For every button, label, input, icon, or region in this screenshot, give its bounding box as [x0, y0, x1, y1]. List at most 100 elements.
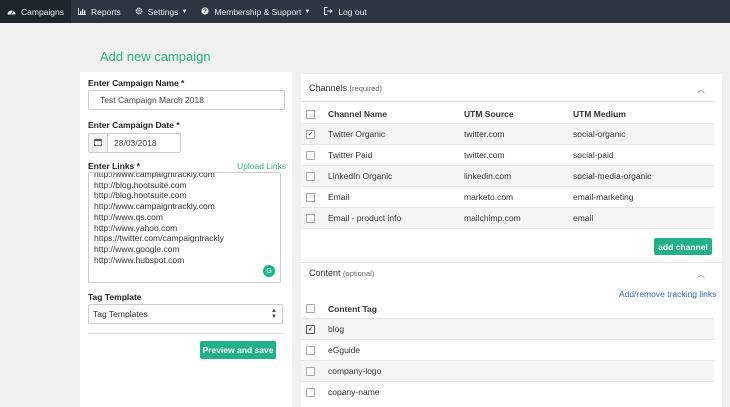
- nav-reports[interactable]: Reports: [71, 0, 128, 23]
- logout-icon: [324, 6, 334, 17]
- nav-campaigns-label: Campaigns: [21, 6, 64, 17]
- channel-checkbox[interactable]: [306, 172, 315, 181]
- nav-campaigns[interactable]: Campaigns: [0, 0, 71, 23]
- caret-down-icon: ▼: [181, 8, 188, 15]
- col-utm-source: UTM Source: [464, 109, 514, 119]
- utm-source: twitter.com: [464, 129, 505, 139]
- tag-template-select[interactable]: Tag Templates ▲ ▼: [88, 304, 283, 324]
- utm-medium: email-marketing: [573, 192, 634, 202]
- page-title: Add new campaign: [100, 49, 211, 64]
- content-checkbox[interactable]: [306, 367, 315, 376]
- links-textarea[interactable]: http://www.campaigntrackly.com http://blo…: [88, 172, 281, 283]
- content-checkbox[interactable]: [306, 388, 315, 397]
- divider: [88, 333, 284, 334]
- channel-name: Email: [328, 192, 350, 202]
- content-row[interactable]: eGguide: [301, 339, 714, 360]
- channels-subtitle: (required): [349, 84, 383, 93]
- channel-name: LinkedIn Organic: [328, 171, 393, 181]
- campaign-name-input[interactable]: Test Campaign March 2018: [88, 90, 285, 110]
- utm-source: mailchimp.com: [464, 213, 521, 223]
- svg-text:?: ?: [204, 9, 208, 15]
- link-line: http://www.campaigntrackly.com: [94, 172, 215, 179]
- utm-medium: email: [573, 213, 594, 223]
- upload-links-link[interactable]: Upload Links: [237, 161, 286, 171]
- bar-chart-icon: [78, 7, 86, 17]
- content-tag: copany-name: [328, 387, 380, 397]
- select-all-content-checkbox[interactable]: [306, 304, 315, 313]
- collapse-channels-icon[interactable]: ︿: [697, 84, 705, 95]
- nav-membership-support[interactable]: ? Membership & Support ▼: [194, 0, 317, 23]
- utm-source: marketo.com: [464, 192, 514, 202]
- preview-and-save-button[interactable]: Preview and save: [200, 341, 276, 359]
- add-channel-button[interactable]: add channel: [654, 238, 712, 255]
- link-line: http://blog.hootsuite.com: [94, 190, 187, 201]
- utm-medium: social-organic: [573, 129, 626, 139]
- collapse-content-icon[interactable]: ︿: [697, 269, 705, 280]
- link-line: http://www.hubspot.com: [94, 254, 185, 265]
- content-tag: eGguide: [328, 345, 361, 355]
- tag-template-label: Tag Template: [88, 292, 142, 302]
- campaign-name-label: Enter Campaign Name *: [88, 78, 185, 88]
- content-row[interactable]: copany-name: [301, 381, 714, 402]
- content-tag: blog: [328, 324, 345, 334]
- nav-membership-label: Membership & Support: [214, 6, 302, 17]
- divider: [301, 101, 714, 102]
- manage-tracking-links-link[interactable]: Add/remove tracking links: [619, 289, 716, 299]
- link-line: http://www.yahoo.com: [94, 222, 178, 233]
- dashboard-icon: [7, 7, 16, 17]
- channel-row[interactable]: Email marketo.com email-marketing: [301, 186, 714, 207]
- top-navbar: Campaigns Reports Settings ▼ ? Membershi…: [0, 0, 730, 23]
- gear-icon: [135, 7, 143, 17]
- tag-template-value: Tag Templates: [93, 309, 148, 319]
- channel-checkbox[interactable]: [306, 214, 315, 223]
- channels-title: Channels: [309, 83, 348, 93]
- channel-checkbox[interactable]: [306, 193, 315, 202]
- content-title: Content: [309, 268, 341, 278]
- link-line: http://www.qs.com: [94, 211, 163, 222]
- divider: [301, 262, 722, 263]
- utm-source: linkedin.com: [464, 171, 512, 181]
- content-heading: Content (optional): [309, 268, 374, 278]
- nav-logout-label: Log out: [338, 6, 367, 17]
- calendar-icon: [94, 138, 102, 148]
- channel-name: Email - product info: [328, 213, 402, 223]
- channel-row[interactable]: Email - product info mailchimp.com email: [301, 207, 714, 229]
- grammarly-icon[interactable]: G: [263, 265, 275, 277]
- channel-row[interactable]: LinkedIn Organic linkedin.com social-med…: [301, 165, 714, 186]
- calendar-button[interactable]: [88, 133, 108, 153]
- content-row[interactable]: ✓ blog: [301, 318, 714, 339]
- campaign-date-input[interactable]: 28/03/2018: [107, 133, 181, 153]
- help-icon: ?: [201, 6, 210, 17]
- links-list: http://www.campaigntrackly.com http://blo…: [94, 172, 224, 265]
- link-line: http://www.campaigntrackly.com: [94, 201, 215, 212]
- channel-name: Twitter Organic: [328, 129, 386, 139]
- link-line: http://blog.hootsuite.com: [94, 179, 187, 190]
- utm-medium: social-media-organic: [573, 171, 652, 181]
- channels-heading: Channels (required): [309, 83, 382, 93]
- utm-medium: social-paid: [573, 150, 614, 160]
- utm-source: twitter.com: [464, 150, 505, 160]
- content-row[interactable]: company-logo: [301, 360, 714, 381]
- channel-row[interactable]: ✓ Twitter Organic twitter.com social-org…: [301, 123, 714, 144]
- nav-settings[interactable]: Settings ▼: [128, 0, 195, 23]
- content-checkbox[interactable]: ✓: [306, 325, 315, 334]
- channel-name: Twitter Paid: [328, 150, 373, 160]
- select-all-channels-checkbox[interactable]: [306, 110, 315, 119]
- caret-down-icon: ▼: [304, 8, 311, 15]
- content-checkbox[interactable]: [306, 346, 315, 355]
- nav-logout[interactable]: Log out: [317, 0, 373, 23]
- select-arrows-icon: ▲ ▼: [271, 308, 277, 320]
- content-tag: company-logo: [328, 366, 382, 376]
- content-subtitle: (optional): [343, 269, 375, 278]
- link-line: http://www.google.com: [94, 243, 180, 254]
- link-line: https://twitter.com/campaigntrackly: [94, 233, 224, 244]
- channel-row[interactable]: Twitter Paid twitter.com social-paid: [301, 144, 714, 165]
- channel-checkbox[interactable]: ✓: [306, 130, 315, 139]
- channel-checkbox[interactable]: [306, 151, 315, 160]
- nav-settings-label: Settings: [147, 6, 179, 17]
- col-utm-medium: UTM Medium: [573, 109, 626, 119]
- links-label: Enter Links *: [88, 161, 140, 171]
- nav-reports-label: Reports: [91, 6, 121, 17]
- col-content-tag: Content Tag: [328, 304, 377, 314]
- col-channel-name: Channel Name: [328, 109, 388, 119]
